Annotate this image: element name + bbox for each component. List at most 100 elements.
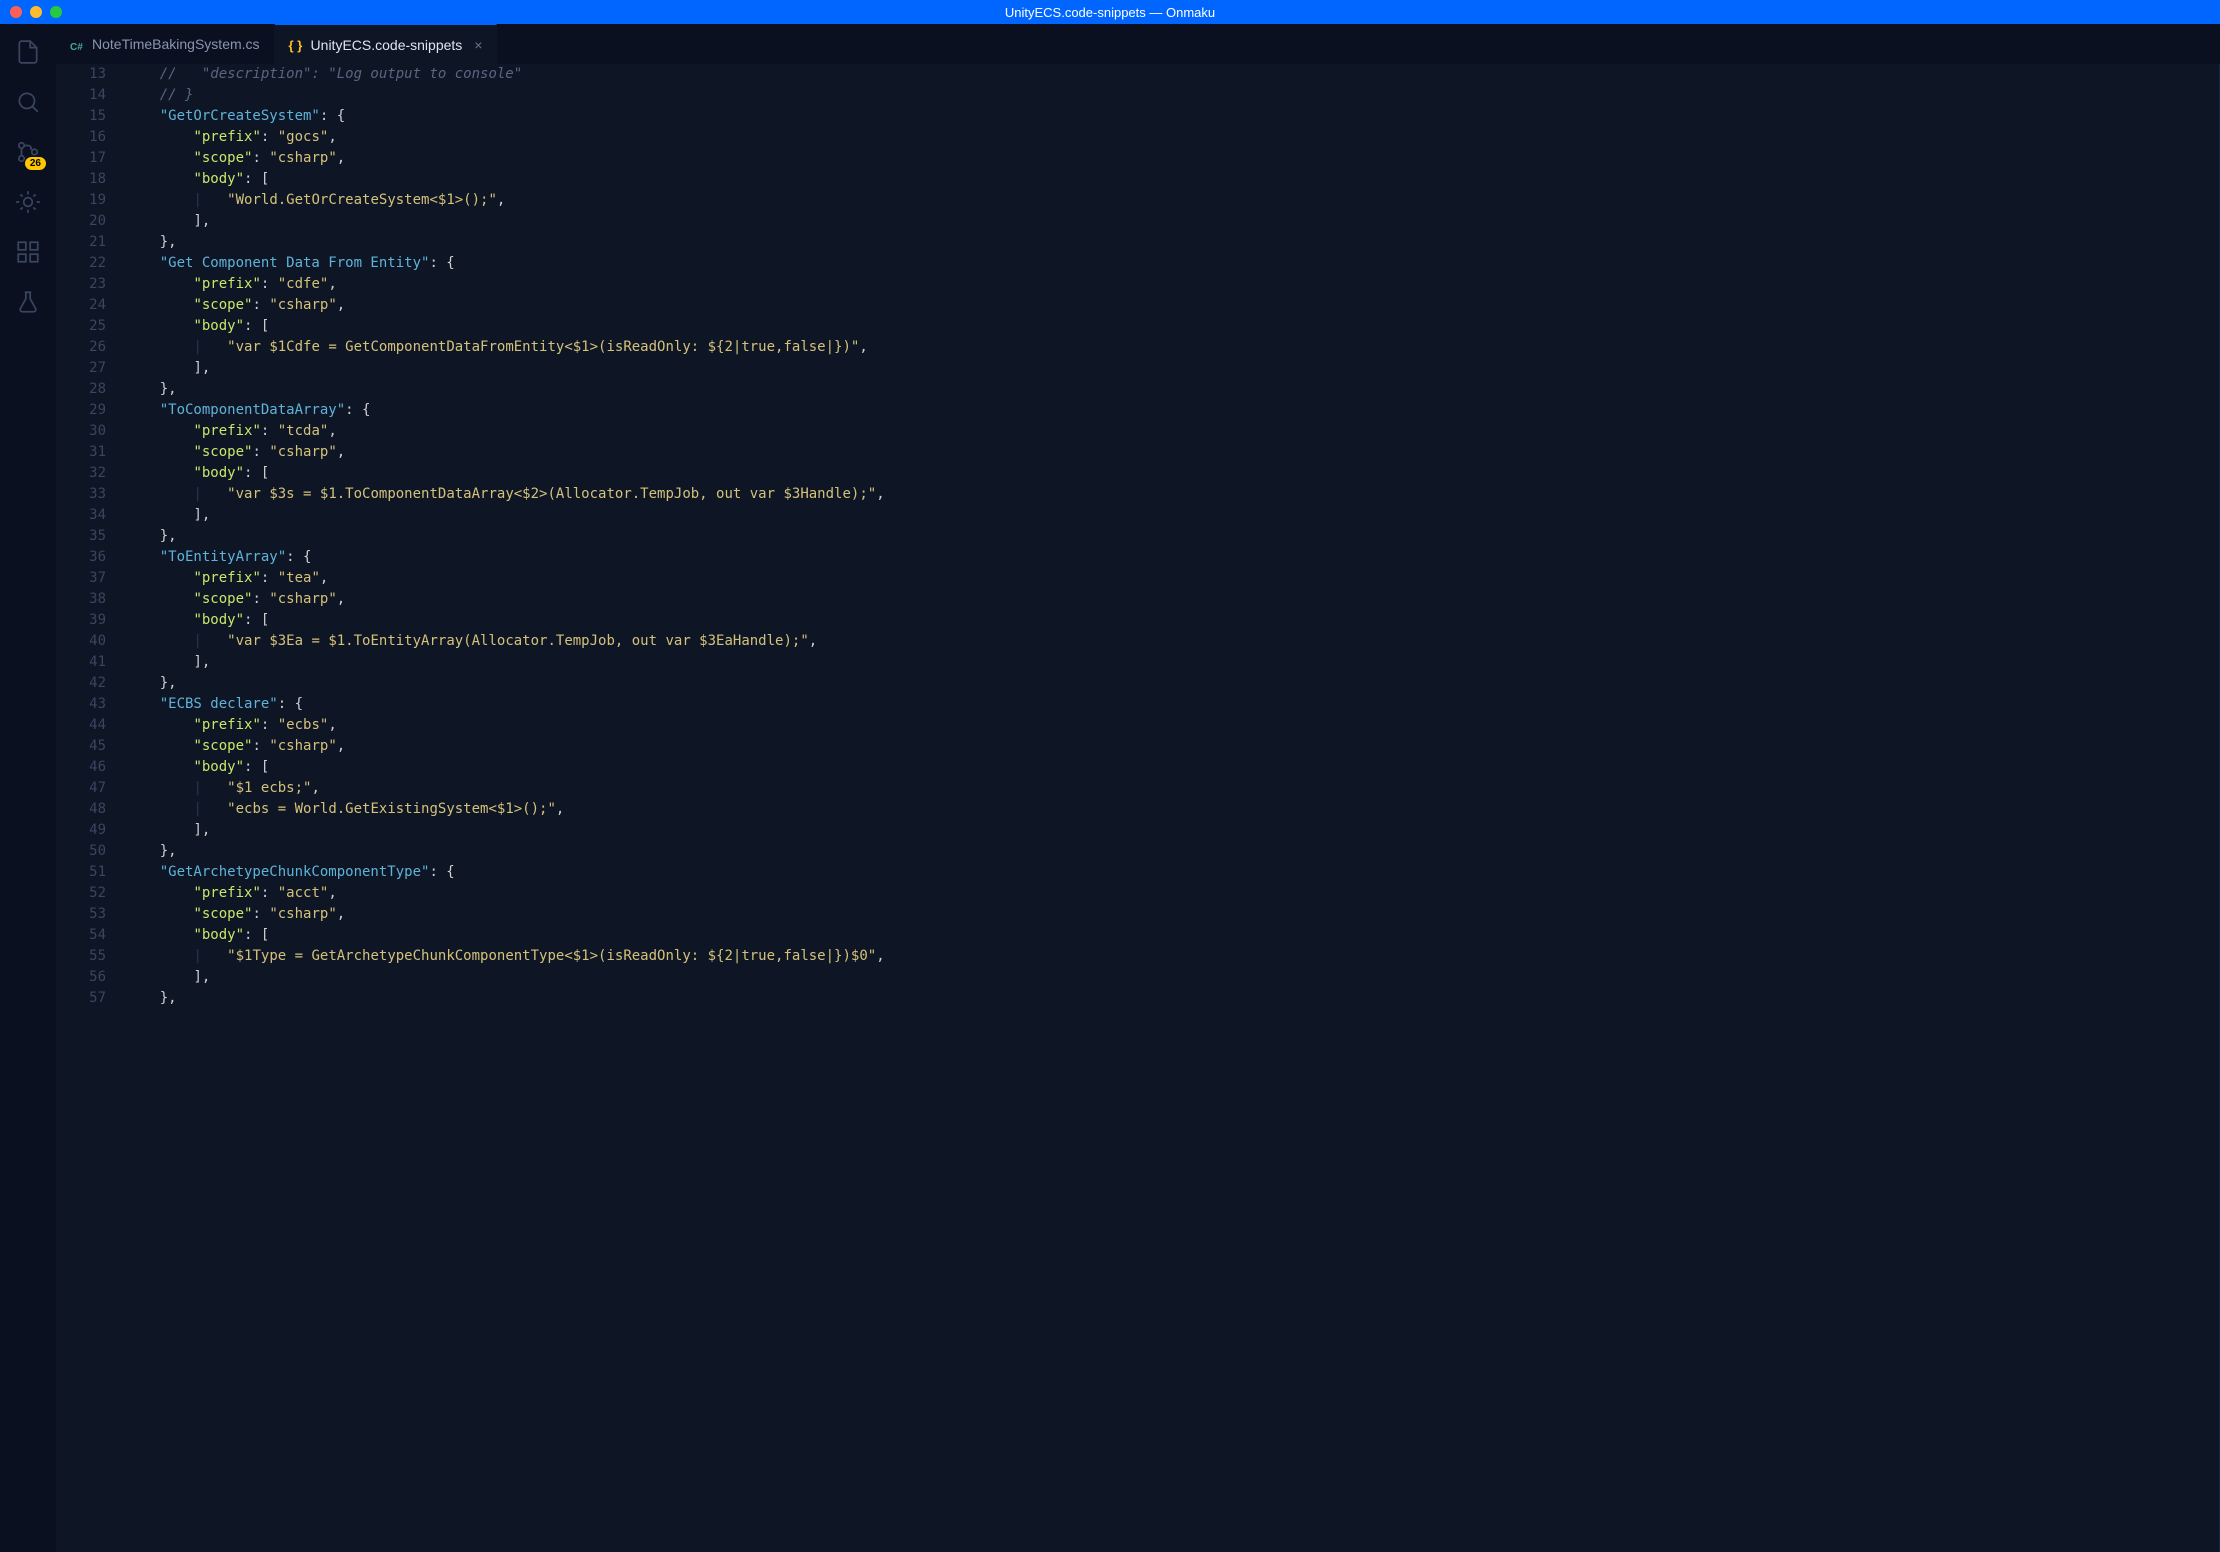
code-line: ], xyxy=(126,967,2179,988)
line-number: 44 xyxy=(56,715,106,736)
code-line: }, xyxy=(126,232,2179,253)
line-number: 55 xyxy=(56,946,106,967)
code-line: ], xyxy=(126,652,2179,673)
close-icon[interactable]: × xyxy=(474,37,482,53)
line-number: 51 xyxy=(56,862,106,883)
search-icon[interactable] xyxy=(14,88,42,116)
code-line: "scope": "csharp", xyxy=(126,442,2179,463)
line-number: 53 xyxy=(56,904,106,925)
scm-badge: 26 xyxy=(25,157,46,170)
line-number: 48 xyxy=(56,799,106,820)
code-line: "scope": "csharp", xyxy=(126,589,2179,610)
code-line: }, xyxy=(126,379,2179,400)
titlebar: UnityECS.code-snippets — Onmaku xyxy=(0,0,2220,24)
line-gutter: 1314151617181920212223242526272829303132… xyxy=(56,64,126,1552)
code-line: "ECBS declare": { xyxy=(126,694,2179,715)
code-line: "prefix": "ecbs", xyxy=(126,715,2179,736)
line-number: 52 xyxy=(56,883,106,904)
code-editor[interactable]: 1314151617181920212223242526272829303132… xyxy=(56,64,2220,1552)
line-number: 29 xyxy=(56,400,106,421)
line-number: 15 xyxy=(56,106,106,127)
line-number: 33 xyxy=(56,484,106,505)
line-number: 45 xyxy=(56,736,106,757)
line-number: 20 xyxy=(56,211,106,232)
line-number: 30 xyxy=(56,421,106,442)
window-title: UnityECS.code-snippets — Onmaku xyxy=(1005,5,1215,20)
minimize-window-icon[interactable] xyxy=(30,6,42,18)
close-window-icon[interactable] xyxy=(10,6,22,18)
line-number: 57 xyxy=(56,988,106,1009)
code-line: | "ecbs = World.GetExistingSystem<$1>();… xyxy=(126,799,2179,820)
line-number: 54 xyxy=(56,925,106,946)
code-line: "prefix": "tcda", xyxy=(126,421,2179,442)
line-number: 46 xyxy=(56,757,106,778)
line-number: 23 xyxy=(56,274,106,295)
line-number: 25 xyxy=(56,316,106,337)
code-line: "body": [ xyxy=(126,925,2179,946)
line-number: 36 xyxy=(56,547,106,568)
code-line: "GetOrCreateSystem": { xyxy=(126,106,2179,127)
code-line: ], xyxy=(126,505,2179,526)
code-line: "GetArchetypeChunkComponentType": { xyxy=(126,862,2179,883)
code-line: "body": [ xyxy=(126,463,2179,484)
line-number: 39 xyxy=(56,610,106,631)
code-line: }, xyxy=(126,673,2179,694)
tab-unityecs-code-snippets[interactable]: { } UnityECS.code-snippets × xyxy=(275,24,498,64)
line-number: 50 xyxy=(56,841,106,862)
line-number: 42 xyxy=(56,673,106,694)
line-number: 26 xyxy=(56,337,106,358)
code-line: "ToEntityArray": { xyxy=(126,547,2179,568)
debug-icon[interactable] xyxy=(14,188,42,216)
line-number: 24 xyxy=(56,295,106,316)
code-line: ], xyxy=(126,211,2179,232)
line-number: 37 xyxy=(56,568,106,589)
tab-notetimebakingsystem-cs[interactable]: NoteTimeBakingSystem.cs xyxy=(56,24,275,64)
code-line: "ToComponentDataArray": { xyxy=(126,400,2179,421)
tab-label: NoteTimeBakingSystem.cs xyxy=(92,36,260,52)
line-number: 49 xyxy=(56,820,106,841)
code-line: | "World.GetOrCreateSystem<$1>();", xyxy=(126,190,2179,211)
code-line: }, xyxy=(126,526,2179,547)
code-line: "prefix": "gocs", xyxy=(126,127,2179,148)
csharp-icon xyxy=(70,37,84,51)
line-number: 34 xyxy=(56,505,106,526)
line-number: 17 xyxy=(56,148,106,169)
line-number: 27 xyxy=(56,358,106,379)
code-line: "scope": "csharp", xyxy=(126,295,2179,316)
line-number: 22 xyxy=(56,253,106,274)
line-number: 21 xyxy=(56,232,106,253)
line-number: 40 xyxy=(56,631,106,652)
tab-bar: NoteTimeBakingSystem.cs { } UnityECS.code-… xyxy=(56,24,2220,64)
maximize-window-icon[interactable] xyxy=(50,6,62,18)
code-line: "prefix": "acct", xyxy=(126,883,2179,904)
extensions-icon[interactable] xyxy=(14,238,42,266)
source-control-icon[interactable]: 26 xyxy=(14,138,42,166)
code-line: | "var $3s = $1.ToComponentDataArray<$2>… xyxy=(126,484,2179,505)
flask-icon[interactable] xyxy=(14,288,42,316)
activity-bar: 26 xyxy=(0,24,56,1552)
line-number: 32 xyxy=(56,463,106,484)
code-line: "scope": "csharp", xyxy=(126,904,2179,925)
braces-icon: { } xyxy=(289,38,303,52)
code-line: // } xyxy=(126,85,2179,106)
code-line: | "$1Type = GetArchetypeChunkComponentTy… xyxy=(126,946,2179,967)
code-line: "body": [ xyxy=(126,610,2179,631)
line-number: 56 xyxy=(56,967,106,988)
code-line: "body": [ xyxy=(126,757,2179,778)
code-line: "scope": "csharp", xyxy=(126,148,2179,169)
code-line: "body": [ xyxy=(126,169,2179,190)
line-number: 28 xyxy=(56,379,106,400)
code-content[interactable]: // "description": "Log output to console… xyxy=(126,64,2220,1552)
code-line: }, xyxy=(126,988,2179,1009)
explorer-icon[interactable] xyxy=(14,38,42,66)
code-line: "body": [ xyxy=(126,316,2179,337)
line-number: 41 xyxy=(56,652,106,673)
code-line: ], xyxy=(126,820,2179,841)
line-number: 13 xyxy=(56,64,106,85)
line-number: 47 xyxy=(56,778,106,799)
code-line: "prefix": "cdfe", xyxy=(126,274,2179,295)
line-number: 31 xyxy=(56,442,106,463)
line-number: 38 xyxy=(56,589,106,610)
code-line: | "$1 ecbs;", xyxy=(126,778,2179,799)
tab-label: UnityECS.code-snippets xyxy=(311,37,463,53)
